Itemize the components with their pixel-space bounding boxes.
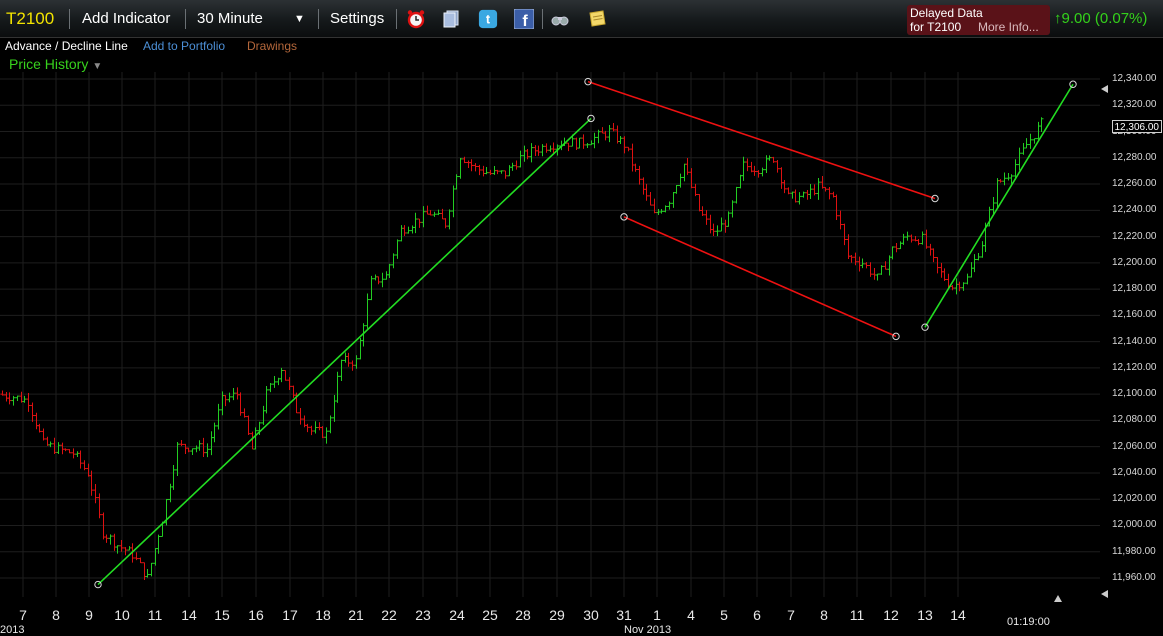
scroll-left-icon[interactable] (1101, 85, 1108, 93)
note-icon[interactable] (587, 9, 607, 29)
y-tick-label: 12,320.00 (1112, 99, 1157, 111)
x-tick-label: 10 (114, 607, 130, 623)
y-tick-label: 12,280.00 (1112, 151, 1157, 163)
interval-select[interactable]: 30 Minute (197, 0, 263, 37)
scroll-left-bottom-icon[interactable] (1101, 590, 1108, 598)
cursor-time-label: 01:19:00 (1007, 616, 1050, 628)
x-tick-label: 30 (583, 607, 599, 623)
add-indicator-button[interactable]: Add Indicator (82, 0, 170, 37)
twitter-icon[interactable]: t (477, 9, 499, 29)
x-tick-label: 17 (282, 607, 298, 623)
x-axis-month-label: Nov 2013 (624, 624, 672, 636)
y-tick-label: 11,960.00 (1112, 572, 1156, 583)
trend-line-handle[interactable] (1069, 80, 1077, 88)
y-tick-label: 12,140.00 (1112, 335, 1157, 347)
binoculars-icon[interactable] (550, 9, 570, 29)
x-tick-label: 24 (449, 607, 465, 623)
alarm-clock-icon[interactable] (406, 9, 426, 29)
candles (0, 117, 1044, 581)
y-tick-label: 12,100.00 (1112, 388, 1157, 400)
chevron-down-icon[interactable]: ▼ (294, 0, 305, 37)
x-tick-label: 1 (653, 607, 661, 623)
x-tick-label: 16 (248, 607, 264, 623)
x-tick-label: 9 (85, 607, 93, 623)
x-tick-label: 8 (820, 607, 828, 623)
drawings-link[interactable]: Drawings (247, 39, 297, 53)
x-tick-label: 12 (883, 607, 899, 623)
price-history-menu[interactable]: Price History ▼ (9, 56, 102, 72)
y-tick-label: 12,020.00 (1112, 493, 1157, 505)
x-tick-label: 15 (214, 607, 230, 623)
toolbar: T2100 Add Indicator 30 Minute ▼ Settings… (0, 0, 1163, 38)
delayed-symbol-label: for T2100 (910, 20, 962, 34)
x-tick-label: 7 (787, 607, 795, 623)
scroll-up-icon[interactable] (1054, 595, 1062, 602)
x-tick-label: 25 (482, 607, 498, 623)
y-tick-label: 12,060.00 (1112, 440, 1157, 452)
delayed-data-label: Delayed Data (910, 6, 983, 20)
y-tick-label: 12,040.00 (1112, 466, 1157, 478)
x-tick-label: 13 (917, 607, 933, 623)
y-tick-label: 12,120.00 (1112, 361, 1157, 373)
arrow-up-icon: ↑ (1054, 10, 1062, 27)
toolbar-divider (396, 9, 397, 29)
price-history-label: Price History (9, 56, 89, 72)
x-tick-label: 14 (181, 607, 197, 623)
y-tick-label: 12,260.00 (1112, 178, 1157, 190)
y-tick-label: 12,340.00 (1112, 73, 1157, 84)
x-tick-label: 8 (52, 607, 60, 623)
layers-icon[interactable] (441, 9, 461, 29)
y-tick-label: 12,240.00 (1112, 204, 1157, 216)
toolbar-divider (185, 9, 186, 29)
svg-text:t: t (486, 12, 491, 27)
x-tick-label: 31 (616, 607, 632, 623)
x-tick-label: 11 (147, 607, 163, 623)
y-tick-label: 12,220.00 (1112, 230, 1157, 242)
triangle-down-icon: ▼ (92, 61, 103, 72)
x-tick-label: 5 (720, 607, 728, 623)
trend-line[interactable] (97, 117, 592, 586)
x-tick-label: 22 (381, 607, 397, 623)
trend-line[interactable] (924, 83, 1074, 328)
y-tick-label: 11,980.00 (1112, 545, 1156, 557)
advance-decline-title: Advance / Decline Line (5, 39, 128, 53)
x-tick-label: 14 (950, 607, 966, 623)
add-to-portfolio-link[interactable]: Add to Portfolio (143, 39, 225, 53)
y-tick-label: 12,200.00 (1112, 256, 1157, 268)
x-tick-label: 23 (415, 607, 431, 623)
facebook-icon[interactable]: f (514, 9, 534, 29)
x-tick-label: 21 (348, 607, 364, 623)
x-tick-label: 11 (849, 607, 865, 623)
trend-lines (94, 77, 1077, 589)
current-price-label: 12,306.00 (1112, 120, 1162, 133)
toolbar-divider (318, 9, 319, 29)
toolbar-divider (69, 9, 70, 29)
price-change-value: 9.00 (0.07%) (1061, 10, 1148, 27)
x-tick-label: 4 (687, 607, 695, 623)
price-chart[interactable] (0, 72, 1163, 630)
x-axis-year-label: 2013 (0, 624, 25, 636)
y-tick-label: 12,080.00 (1112, 414, 1157, 426)
delayed-data-badge: Delayed Data for T2100 More Info... (907, 5, 1050, 35)
x-tick-label: 6 (753, 607, 761, 623)
more-info-link[interactable]: More Info... (978, 20, 1039, 34)
y-tick-label: 12,180.00 (1112, 283, 1157, 295)
sub-toolbar: Advance / Decline Line Add to Portfolio … (0, 37, 600, 55)
x-tick-label: 18 (315, 607, 331, 623)
x-tick-label: 28 (515, 607, 531, 623)
x-tick-label: 29 (549, 607, 565, 623)
svg-text:f: f (522, 13, 528, 29)
settings-button[interactable]: Settings (330, 0, 384, 37)
x-tick-label: 7 (19, 607, 27, 623)
toolbar-divider (542, 9, 543, 29)
symbol-label[interactable]: T2100 (6, 0, 54, 37)
price-change: ↑9.00 (0.07%) (1054, 10, 1147, 27)
y-tick-label: 12,160.00 (1112, 309, 1157, 321)
y-tick-label: 12,000.00 (1112, 519, 1157, 531)
trend-line[interactable] (587, 80, 936, 200)
trend-line[interactable] (623, 216, 897, 338)
